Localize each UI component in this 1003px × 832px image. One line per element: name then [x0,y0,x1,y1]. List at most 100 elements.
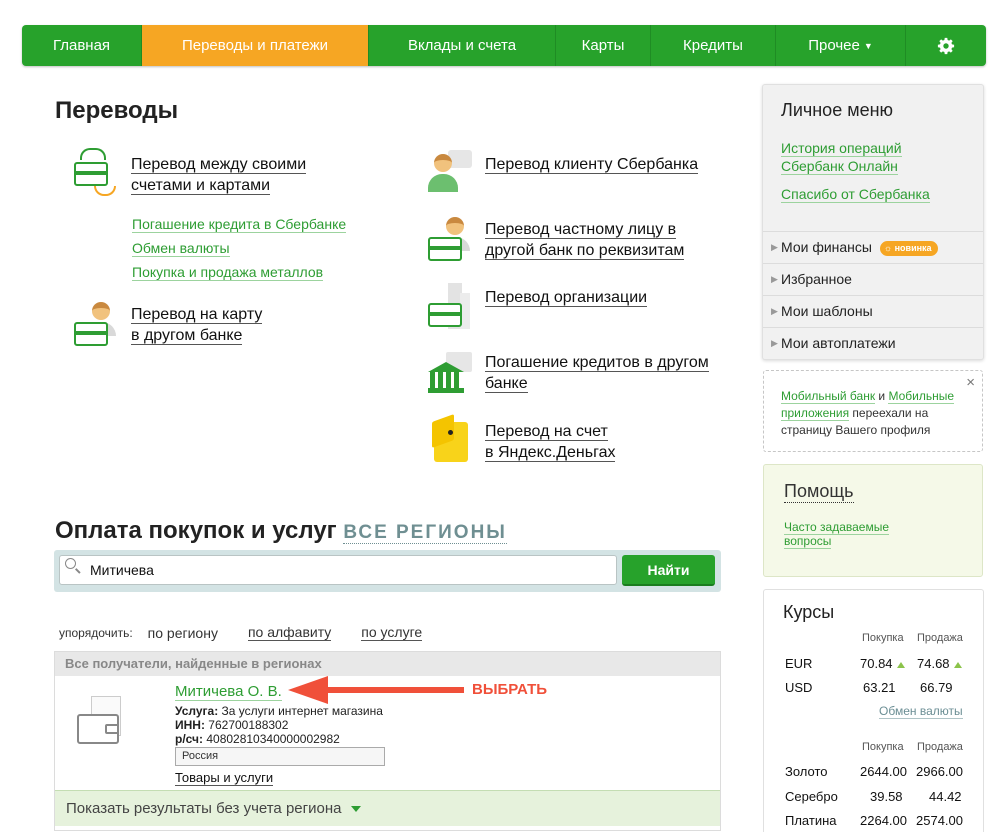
mobile-apps-link-part1[interactable]: Мобильные [888,389,955,404]
favorites-label: Избранное [781,271,852,287]
chevron-down-icon: ▼ [863,40,873,51]
payments-title: Оплата покупок и услуг ВСЕ РЕГИОНЫ [55,517,507,545]
show-without-region[interactable]: Показать результаты без учета региона [55,790,720,826]
transfer-private-person-line2: другой банк по реквизитам [485,242,685,260]
history-link[interactable]: История операций Сбербанк Онлайн [781,139,902,175]
favorites-row[interactable]: ▶ Избранное [763,263,983,295]
triangle-up-icon [896,661,905,668]
history-link-line1: История операций [781,140,902,157]
sort-row: упорядочить: по региону по алфавиту по у… [59,624,452,641]
metal-silver-name: Серебро [785,789,838,804]
link-currency-exchange[interactable]: Обмен валюты [132,240,230,257]
transfer-own-accounts-line2: счетами и картами [131,177,271,195]
nav-credits[interactable]: Кредиты [651,25,776,66]
wallet-icon [77,696,123,744]
search-button[interactable]: Найти [622,555,715,586]
metal-gold-buy: 2644.00 [860,764,907,779]
metal-platinum-sell: 2574.00 [916,813,963,828]
nav-settings[interactable] [906,25,986,66]
help-title[interactable]: Помощь [784,481,854,503]
transfer-yandex-line1: Перевод на счет [485,423,608,441]
faq-link[interactable]: Часто задаваемые вопросы [784,520,890,549]
select-annotation: ВЫБРАТЬ [472,681,548,698]
mobile-apps-link-part2[interactable]: приложения [781,406,850,421]
payments-title-text: Оплата покупок и услуг [55,517,337,544]
faq-link-line1: Часто задаваемые [784,520,890,535]
all-regions-link[interactable]: ВСЕ РЕГИОНЫ [343,522,507,544]
result-account-label: р/сч: [175,732,203,746]
spasibo-link[interactable]: Спасибо от Сбербанка [781,185,930,203]
red-arrow-icon [288,676,464,704]
mobile-bank-link[interactable]: Мобильный банк [781,389,876,404]
rate-usd-code: USD [785,680,813,695]
search-icon [65,558,76,569]
history-link-line2: Сбербанк Онлайн [781,158,898,175]
my-finances-label: Мои финансы [781,239,872,255]
nav-other[interactable]: Прочее ▼ [776,25,906,66]
sort-label: упорядочить: [59,625,133,640]
transfer-private-person[interactable]: Перевод частному лицу в другой банк по р… [426,215,685,263]
result-inn-label: ИНН: [175,718,205,732]
close-icon[interactable]: × [966,374,975,391]
person-card-icon [72,300,120,348]
bank-building-icon [426,350,474,398]
templates-label: Мои шаблоны [781,303,873,319]
result-region-field[interactable]: Россия [175,747,385,766]
metal-platinum-buy: 2264.00 [860,813,907,828]
search-input[interactable]: Митичева [59,555,617,585]
templates-row[interactable]: ▶ Мои шаблоны [763,295,983,327]
transfer-loan-other-bank-line1: Погашение кредитов в другом [485,354,709,372]
transfer-card-other-bank[interactable]: Перевод на карту в другом банке [72,300,263,348]
new-badge: ☼ новинка [879,240,938,256]
transfer-own-accounts-line1: Перевод между своими [131,156,307,174]
rate-eur-sell-value: 74.68 [917,656,950,671]
building-card-icon [426,283,474,331]
rate-eur-buy-value: 70.84 [860,656,893,671]
metals-head-sell: Продажа [917,741,963,753]
rate-eur-buy: 70.84 [860,656,905,671]
bullet-icon: ▶ [771,274,778,284]
metal-silver-buy: 39.58 [870,789,903,804]
link-loan-repayment[interactable]: Погашение кредита в Сбербанке [132,216,347,233]
new-badge-label: новинка [894,242,932,253]
autopayments-row[interactable]: ▶ Мои автоплатежи [763,327,983,359]
rate-usd-buy: 63.21 [863,680,896,695]
triangle-up-icon [953,661,962,668]
transfer-loan-other-bank-line2: банке [485,375,528,393]
sort-by-alphabet[interactable]: по алфавиту [247,624,332,641]
link-metals[interactable]: Покупка и продажа металлов [132,264,324,281]
faq-link-line2: вопросы [784,534,832,549]
transfer-organization[interactable]: Перевод организации [426,283,648,331]
rates-title: Курсы [783,602,835,622]
nav-deposits[interactable]: Вклады и счета [369,25,556,66]
nav-cards[interactable]: Карты [556,25,651,66]
personal-menu-title: Личное меню [781,100,894,120]
sort-by-service[interactable]: по услуге [361,624,423,641]
transfer-yandex[interactable]: Перевод на счет в Яндекс.Деньгах [426,413,616,464]
transfer-loan-other-bank[interactable]: Погашение кредитов в другом банке [426,350,709,398]
rates-head-sell: Продажа [917,632,963,644]
person-card-icon [426,215,474,263]
main-nav: Главная Переводы и платежи Вклады и счет… [22,25,986,66]
sort-by-region[interactable]: по региону [148,625,218,641]
gear-icon [937,37,955,54]
transfer-card-other-bank-line1: Перевод на карту [131,306,263,324]
transfer-sber-client[interactable]: Перевод клиенту Сбербанка [426,148,699,196]
goods-services-link[interactable]: Товары и услуги [175,770,274,786]
exchange-link[interactable]: Обмен валюты [879,704,963,719]
metal-gold-sell: 2966.00 [916,764,963,779]
rate-eur-sell: 74.68 [917,656,962,671]
nav-transfers-payments[interactable]: Переводы и платежи [142,25,369,66]
yandex-wallet-icon [426,413,474,464]
personal-menu: Личное меню История операций Сбербанк Он… [762,84,984,360]
my-finances-row[interactable]: ▶ Мои финансы ☼ новинка [763,231,983,263]
transfers-title: Переводы [55,97,179,124]
transfer-own-accounts[interactable]: Перевод между своими счетами и картами [72,148,307,196]
result-name-link[interactable]: Митичева О. В. [175,683,282,701]
metal-silver-sell: 44.42 [929,789,962,804]
triangle-down-icon [350,806,361,813]
result-account: р/сч: 40802810340000002982 [175,732,340,746]
nav-other-label: Прочее [808,37,860,54]
transfer-private-person-line1: Перевод частному лицу в [485,221,677,239]
nav-home[interactable]: Главная [22,25,142,66]
